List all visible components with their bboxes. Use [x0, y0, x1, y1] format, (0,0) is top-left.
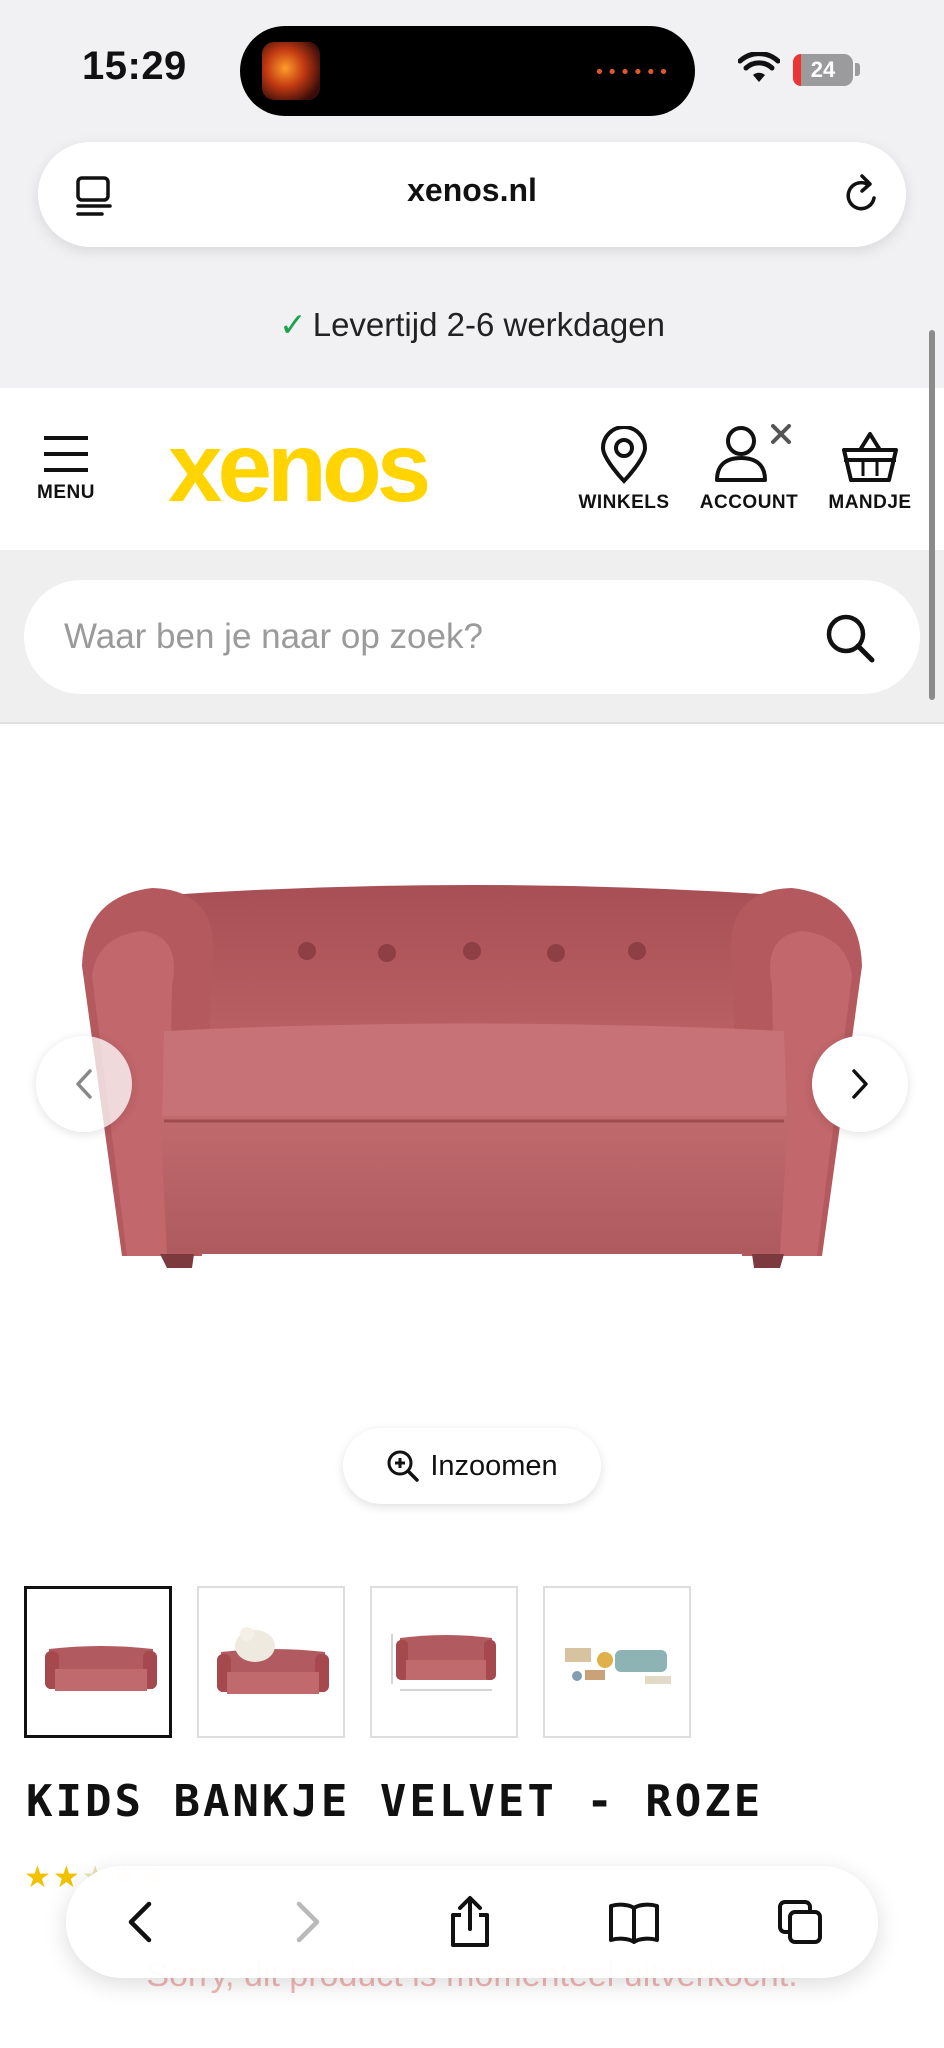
zoom-button[interactable]: Inzoomen — [343, 1428, 601, 1504]
chevron-left-icon — [128, 1901, 152, 1943]
thumbnail-1[interactable] — [24, 1586, 172, 1738]
search-box[interactable] — [24, 580, 920, 694]
thumbnail-4[interactable] — [543, 1586, 691, 1738]
status-bar: 15:29 •••••• 24 — [0, 0, 944, 140]
tabs-icon — [778, 1900, 822, 1944]
address-bar[interactable]: xenos.nl — [38, 142, 906, 247]
zoom-label: Inzoomen — [430, 1449, 558, 1482]
menu-button[interactable]: MENU — [34, 434, 98, 504]
forward-button[interactable] — [276, 1890, 340, 1954]
now-playing-artwork — [262, 42, 320, 100]
product-gallery: Inzoomen — [0, 726, 944, 1526]
tabs-button[interactable] — [768, 1890, 832, 1954]
site-header: MENU xenos WINKELS ACCOUNT MANDJE — [0, 388, 944, 550]
battery-indicator: 24 — [793, 54, 853, 86]
thumbnail-3[interactable] — [370, 1586, 518, 1738]
chevron-right-icon — [296, 1901, 320, 1943]
chevron-right-icon — [852, 1069, 868, 1099]
dynamic-island[interactable]: •••••• — [240, 26, 695, 116]
stores-button[interactable]: WINKELS — [572, 426, 676, 514]
delivery-text: Levertijd 2-6 werkdagen — [312, 306, 665, 343]
next-image-button[interactable] — [812, 1036, 908, 1132]
browser-chrome: xenos.nl ✓ Levertijd 2-6 werkdagen — [0, 140, 944, 388]
back-button[interactable] — [108, 1890, 172, 1954]
audio-waveform-icon: •••••• — [593, 62, 671, 83]
share-icon — [451, 1896, 489, 1947]
stores-label: WINKELS — [578, 492, 670, 513]
xenos-logo[interactable]: xenos — [168, 418, 431, 516]
basket-icon — [842, 432, 898, 482]
browser-toolbar — [66, 1866, 878, 1978]
bookmarks-icon — [609, 1902, 659, 1944]
reload-icon[interactable] — [840, 172, 884, 218]
cart-button[interactable]: MANDJE — [822, 430, 918, 514]
location-pin-icon — [600, 426, 648, 484]
previous-image-button[interactable] — [36, 1036, 132, 1132]
cart-label: MANDJE — [828, 492, 912, 513]
rating-stars: ★★ — [24, 1861, 82, 1894]
delivery-banner: ✓ Levertijd 2-6 werkdagen — [0, 305, 944, 344]
search-section — [0, 550, 944, 724]
search-icon[interactable] — [824, 612, 876, 664]
page-scrollbar[interactable] — [929, 330, 935, 700]
status-time: 15:29 — [82, 44, 187, 88]
thumbnail-2[interactable] — [197, 1586, 345, 1738]
search-input[interactable] — [64, 608, 804, 666]
account-button[interactable]: ACCOUNT — [694, 424, 804, 514]
account-icon — [715, 424, 791, 482]
checkmark-icon: ✓ — [279, 306, 307, 343]
wifi-icon — [738, 52, 780, 82]
zoom-in-icon — [387, 1450, 420, 1482]
bookmarks-button[interactable] — [602, 1890, 666, 1954]
share-button[interactable] — [438, 1890, 502, 1954]
url-text[interactable]: xenos.nl — [38, 172, 906, 209]
product-title: KIDS BANKJE VELVET - ROZE — [26, 1776, 764, 1827]
chevron-left-icon — [76, 1069, 92, 1099]
menu-label: MENU — [37, 482, 95, 503]
account-label: ACCOUNT — [699, 492, 799, 513]
battery-level: 24 — [810, 57, 836, 82]
menu-icon — [44, 436, 88, 472]
product-image[interactable] — [72, 876, 872, 1286]
